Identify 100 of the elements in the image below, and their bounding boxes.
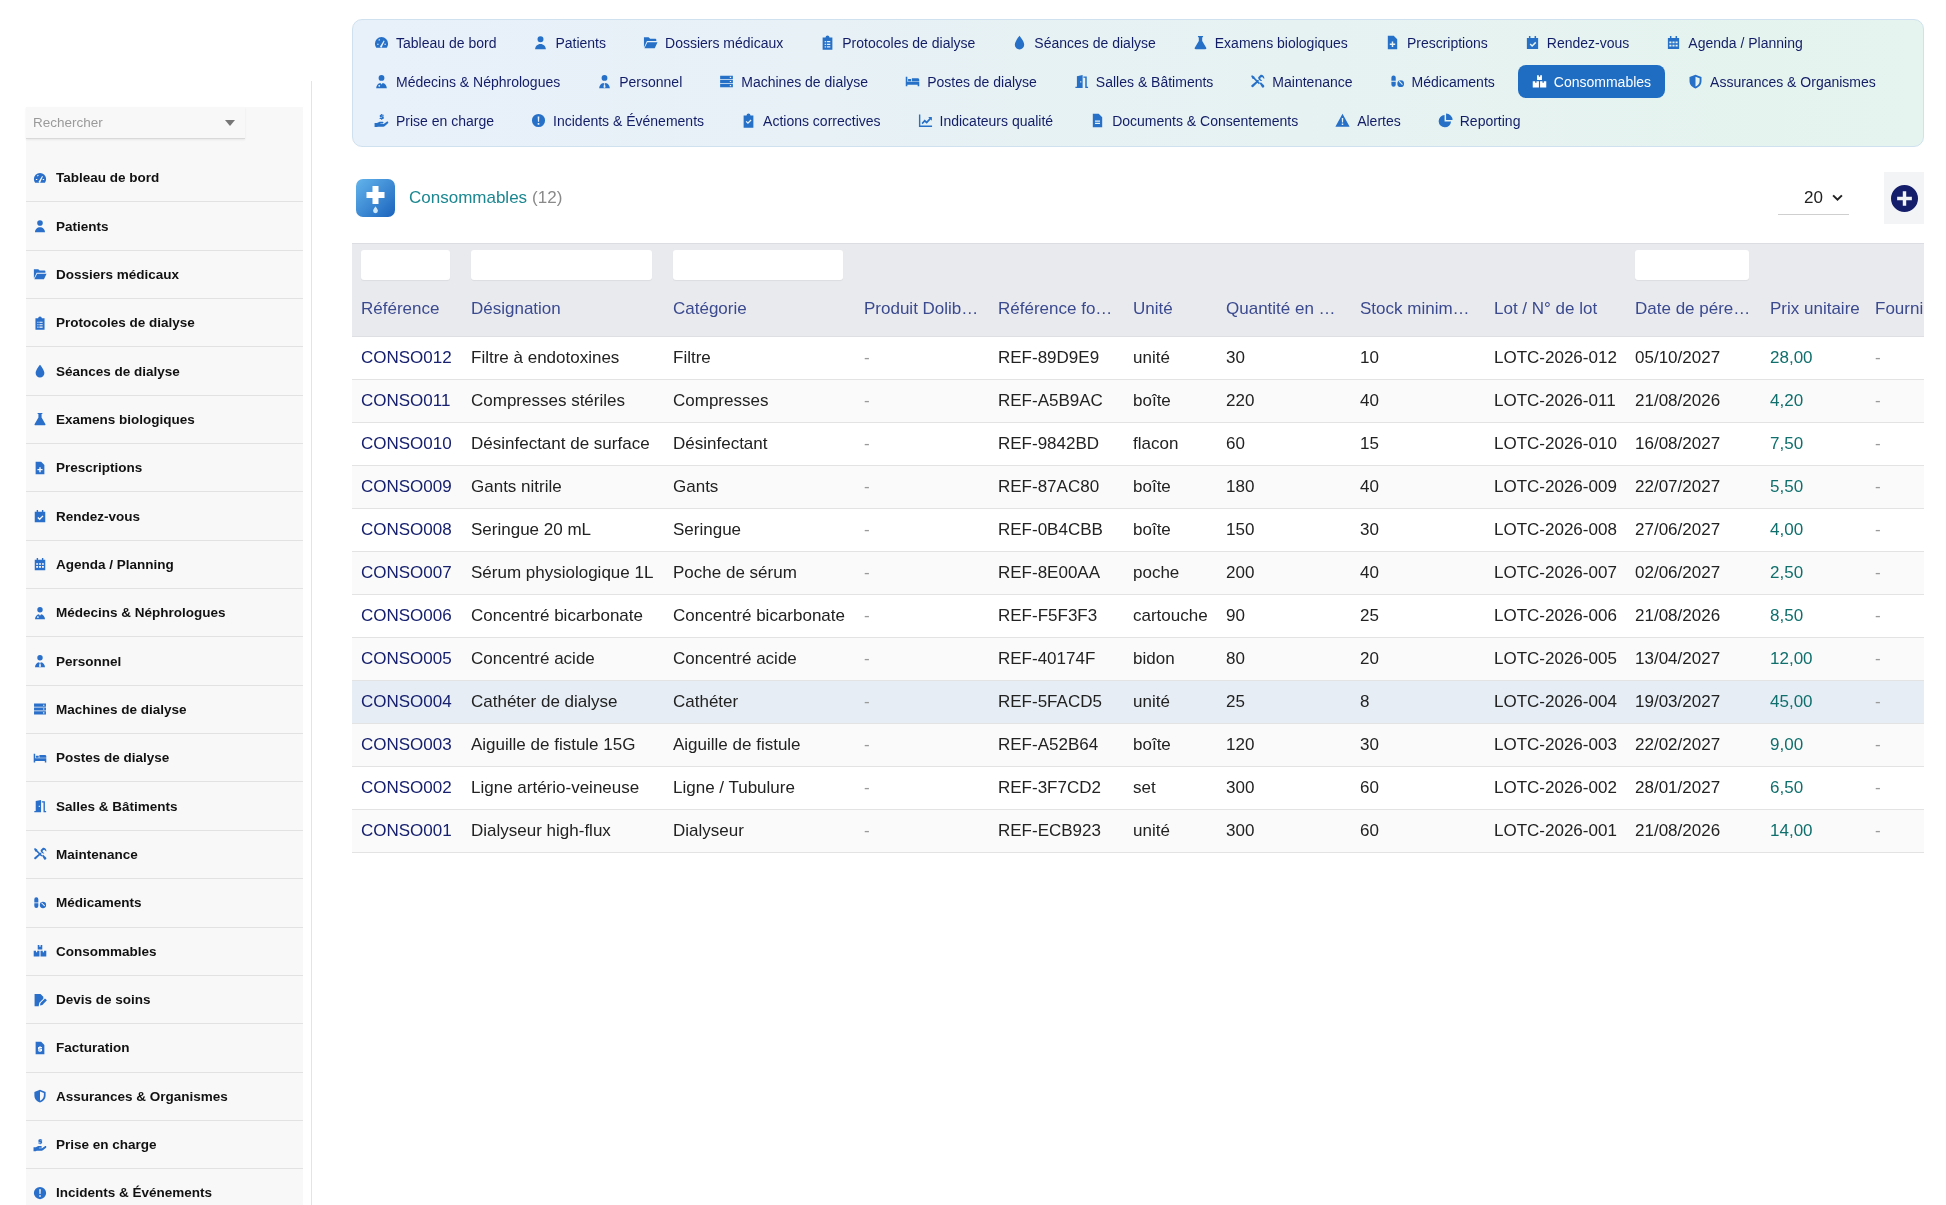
filter-field[interactable] <box>1635 250 1749 280</box>
calendar-icon <box>33 557 47 572</box>
nav-tab[interactable]: Reporting <box>1423 104 1535 137</box>
hand-coin-icon <box>374 113 389 128</box>
table-cell: Aiguille de fistule <box>664 723 855 767</box>
reference-link[interactable]: CONSO003 <box>361 735 452 754</box>
nav-tab[interactable]: Médicaments <box>1375 65 1509 98</box>
table-cell: 02/06/2027 <box>1626 551 1761 595</box>
nav-tab[interactable]: Tableau de bord <box>360 26 511 59</box>
filter-field[interactable] <box>673 250 843 280</box>
filter-field[interactable] <box>471 250 652 280</box>
nav-tab[interactable]: Dossiers médicaux <box>629 26 798 59</box>
search-field[interactable]: Rechercher <box>26 107 245 139</box>
reference-link[interactable]: CONSO001 <box>361 821 452 840</box>
table-cell: Filtre <box>664 336 855 380</box>
table-cell: 13/04/2027 <box>1626 637 1761 681</box>
nav-tab[interactable]: Maintenance <box>1236 65 1367 98</box>
nav-tab[interactable]: Personnel <box>583 65 697 98</box>
reference-link[interactable]: CONSO012 <box>361 348 452 367</box>
nav-tab[interactable]: Médecins & Néphrologues <box>360 65 575 98</box>
table-cell: unité <box>1124 680 1217 724</box>
column-header[interactable]: Date de pére… <box>1626 282 1761 337</box>
nav-tab[interactable]: Patients <box>519 26 620 59</box>
chevron-down-icon <box>1831 194 1843 201</box>
boxes-icon <box>33 944 47 959</box>
bed-icon <box>905 74 921 89</box>
table-cell: LOTC-2026-012 <box>1485 336 1626 380</box>
column-header[interactable]: Produit Dolib… <box>855 282 989 337</box>
table-cell: LOTC-2026-010 <box>1485 422 1626 466</box>
hand-coin-icon <box>33 1137 47 1152</box>
table-cell: unité <box>1124 336 1217 380</box>
nav-tab[interactable]: Examens biologiques <box>1178 26 1362 59</box>
table-cell: boîte <box>1124 379 1217 423</box>
table-cell: REF-40174F <box>989 637 1124 681</box>
nav-tab[interactable]: Machines de dialyse <box>705 65 883 98</box>
reference-link[interactable]: CONSO010 <box>361 434 452 453</box>
table-cell: - <box>1866 680 1924 724</box>
reference-link[interactable]: CONSO005 <box>361 649 452 668</box>
nav-tab[interactable]: Incidents & Événements <box>517 104 719 137</box>
nav-tab[interactable]: Documents & Consentements <box>1076 104 1313 137</box>
reference-link[interactable]: CONSO006 <box>361 606 452 625</box>
table-cell: 8,50 <box>1761 594 1866 638</box>
table-cell: - <box>1866 809 1924 853</box>
filter-field[interactable] <box>361 250 450 280</box>
table-cell: REF-8E00AA <box>989 551 1124 595</box>
nav-tab[interactable]: Alertes <box>1321 104 1415 137</box>
column-header[interactable]: Quantité en … <box>1217 282 1351 337</box>
flask-icon <box>1192 35 1208 50</box>
table-cell: cartouche <box>1124 594 1217 638</box>
column-header[interactable]: Fourni <box>1866 282 1924 337</box>
column-header[interactable]: Prix unitaire <box>1761 282 1866 337</box>
column-header[interactable]: Catégorie <box>664 282 855 337</box>
nav-tab[interactable]: Actions correctives <box>727 104 895 137</box>
table-cell: REF-A52B64 <box>989 723 1124 767</box>
table-cell: - <box>1866 422 1924 466</box>
folder-icon <box>643 35 658 50</box>
nav-tab[interactable]: Agenda / Planning <box>1652 26 1817 59</box>
reference-link[interactable]: CONSO004 <box>361 692 452 711</box>
table-cell: 40 <box>1351 551 1485 595</box>
table-cell: boîte <box>1124 508 1217 552</box>
reference-link[interactable]: CONSO009 <box>361 477 452 496</box>
column-header[interactable]: Référence fo… <box>989 282 1124 337</box>
table-cell: - <box>855 637 989 681</box>
reference-link[interactable]: CONSO002 <box>361 778 452 797</box>
table-cell: Concentré acide <box>462 637 664 681</box>
table-cell: 25 <box>1217 680 1351 724</box>
nav-tab[interactable]: Protocoles de dialyse <box>806 26 990 59</box>
nav-tab[interactable]: Assurances & Organismes <box>1674 65 1890 98</box>
table-cell: Désinfectant <box>664 422 855 466</box>
column-header[interactable]: Référence <box>352 282 462 337</box>
nav-tab[interactable]: Séances de dialyse <box>998 26 1170 59</box>
table-cell: 5,50 <box>1761 465 1866 509</box>
nav-tab[interactable]: Rendez-vous <box>1510 26 1644 59</box>
table-cell: LOTC-2026-007 <box>1485 551 1626 595</box>
nav-tab[interactable]: Prise en charge <box>360 104 509 137</box>
reference-link[interactable]: CONSO008 <box>361 520 452 539</box>
table-cell: 200 <box>1217 551 1351 595</box>
page-size-select[interactable]: 20 <box>1778 181 1849 215</box>
door-icon <box>33 799 47 814</box>
column-header[interactable]: Unité <box>1124 282 1217 337</box>
nav-tab[interactable]: Postes de dialyse <box>891 65 1051 98</box>
column-header[interactable]: Lot / N° de lot <box>1485 282 1626 337</box>
nav-tab[interactable]: Indicateurs qualité <box>903 104 1068 137</box>
table-cell: - <box>1866 551 1924 595</box>
calendar-icon <box>1666 35 1682 50</box>
reference-link[interactable]: CONSO007 <box>361 563 452 582</box>
table-cell: Gants <box>664 465 855 509</box>
nav-tab[interactable]: Consommables <box>1517 65 1666 98</box>
reference-link[interactable]: CONSO011 <box>361 391 451 410</box>
warning-icon <box>1335 113 1351 128</box>
table-cell: 30 <box>1351 508 1485 552</box>
column-header[interactable]: Stock minim… <box>1351 282 1485 337</box>
table-cell: flacon <box>1124 422 1217 466</box>
nav-tab[interactable]: Salles & Bâtiments <box>1059 65 1228 98</box>
table-cell: Seringue 20 mL <box>462 508 664 552</box>
column-header[interactable]: Désignation <box>462 282 664 337</box>
nav-tab[interactable]: Prescriptions <box>1370 26 1502 59</box>
table-cell: - <box>1866 465 1924 509</box>
table-cell: - <box>1866 336 1924 380</box>
add-button[interactable] <box>1884 172 1924 224</box>
